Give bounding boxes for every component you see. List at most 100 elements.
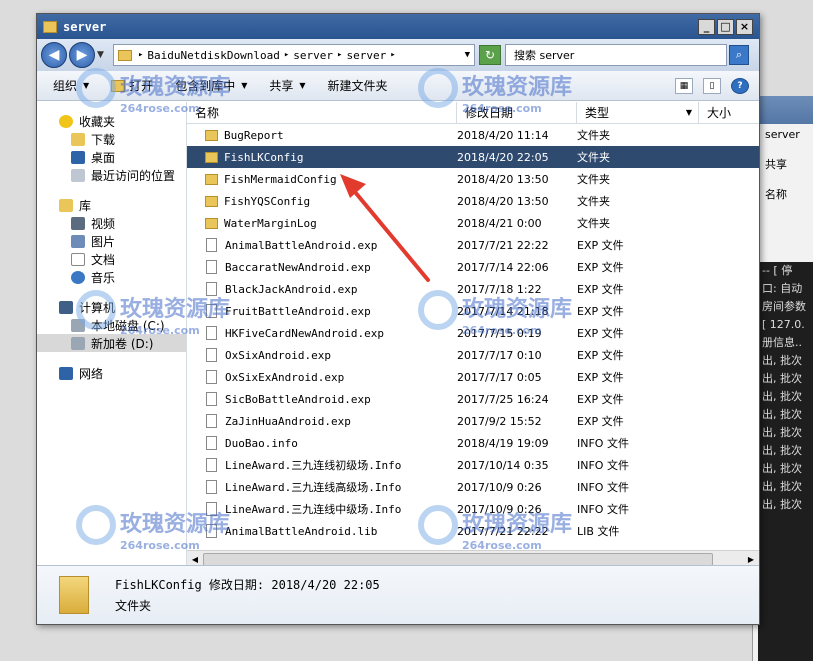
file-date: 2018/4/20 22:05 bbox=[457, 150, 549, 164]
address-bar[interactable]: ▸ BaiduNetdiskDownload ▸ server ▸ server… bbox=[113, 44, 475, 66]
file-icon bbox=[206, 304, 217, 318]
console-line: 出, 批次 bbox=[762, 372, 802, 385]
chevron-right-icon[interactable]: ▸ bbox=[337, 50, 342, 60]
file-date: 2017/7/25 16:24 bbox=[457, 392, 549, 406]
file-name: SicBoBattleAndroid.exp bbox=[225, 392, 371, 406]
nav-downloads[interactable]: 下载 bbox=[37, 130, 186, 148]
nav-pictures[interactable]: 图片 bbox=[37, 232, 186, 250]
file-name-cell: WaterMarginLog bbox=[187, 217, 457, 230]
nav-label: 收藏夹 bbox=[79, 114, 116, 129]
nav-favorites[interactable]: 收藏夹 bbox=[37, 112, 186, 130]
file-icon bbox=[206, 502, 217, 516]
chevron-right-icon[interactable]: ▸ bbox=[390, 50, 395, 60]
nav-libraries[interactable]: 库 bbox=[37, 196, 186, 214]
refresh-icon[interactable]: ↻ bbox=[479, 45, 501, 65]
file-row[interactable]: AnimalBattleAndroid.exp 2017/7/21 22:22 EX… bbox=[187, 234, 759, 256]
file-name: FishLKConfig bbox=[224, 150, 304, 164]
file-date: 2017/10/9 0:26 bbox=[457, 480, 542, 494]
column-date[interactable]: 修改日期 bbox=[457, 102, 577, 123]
file-row[interactable]: WaterMarginLog 2018/4/21 0:00 文件夹 bbox=[187, 212, 759, 234]
help-icon[interactable]: ? bbox=[731, 77, 749, 94]
column-type[interactable]: 类型 ▼ bbox=[577, 102, 699, 123]
file-row[interactable]: FishLKConfig 2018/4/20 22:05 文件夹 bbox=[187, 146, 759, 168]
nav-label: 文档 bbox=[91, 252, 116, 267]
scroll-right-icon[interactable]: ▶ bbox=[743, 555, 759, 564]
file-type: EXP 文件 bbox=[577, 371, 624, 384]
chevron-down-icon[interactable]: ▼ bbox=[97, 50, 107, 60]
scroll-left-icon[interactable]: ◀ bbox=[187, 555, 203, 564]
file-row[interactable]: OxSixAndroid.exp 2017/7/17 0:10 EXP 文件 bbox=[187, 344, 759, 366]
search-input[interactable]: 搜索 server bbox=[505, 44, 727, 66]
file-row[interactable]: BaccaratNewAndroid.exp 2017/7/14 22:06 EXP… bbox=[187, 256, 759, 278]
forward-button[interactable]: ▶ bbox=[69, 42, 95, 68]
chevron-right-icon[interactable]: ▸ bbox=[138, 50, 143, 60]
folder-icon bbox=[205, 151, 218, 163]
file-name-cell: OxSixExAndroid.exp bbox=[187, 370, 457, 384]
file-row[interactable]: SicBoBattleAndroid.exp 2017/7/25 16:24 EXP… bbox=[187, 388, 759, 410]
new-folder-button[interactable]: 新建文件夹 bbox=[328, 77, 388, 94]
picture-icon bbox=[71, 234, 85, 248]
file-row[interactable]: ZaJinHuaAndroid.exp 2017/9/2 15:52 EXP 文件 bbox=[187, 410, 759, 432]
file-row[interactable]: FruitBattleAndroid.exp 2017/7/14 21:18 EXP… bbox=[187, 300, 759, 322]
nav-recent[interactable]: 最近访问的位置 bbox=[37, 166, 186, 184]
scrollbar-thumb[interactable] bbox=[203, 552, 713, 566]
file-icon bbox=[206, 260, 217, 274]
file-row[interactable]: LineAward.三九连线初级场.Info 2017/10/14 0:35 INF… bbox=[187, 454, 759, 476]
column-name[interactable]: 名称 bbox=[187, 102, 457, 123]
breadcrumb-item[interactable]: server bbox=[293, 49, 333, 62]
file-row[interactable]: LineAward.三九连线中级场.Info 2017/10/9 0:26 INFO… bbox=[187, 498, 759, 520]
file-row[interactable]: OxSixExAndroid.exp 2017/7/17 0:05 EXP 文件 bbox=[187, 366, 759, 388]
minimize-button[interactable]: _ bbox=[698, 18, 715, 35]
nav-music[interactable]: 音乐 bbox=[37, 268, 186, 286]
share-label: 共享 bbox=[269, 79, 294, 93]
file-name-cell: OxSixAndroid.exp bbox=[187, 348, 457, 362]
file-row[interactable]: AnimalBattleAndroid.lib 2017/7/21 22:22 LI… bbox=[187, 520, 759, 542]
back-button[interactable]: ◀ bbox=[41, 42, 67, 68]
breadcrumb-item[interactable]: BaiduNetdiskDownload bbox=[147, 49, 279, 62]
include-in-library-button[interactable]: 包含到库中 ▼ bbox=[175, 77, 247, 94]
file-row[interactable]: FishYQSConfig 2018/4/20 13:50 文件夹 bbox=[187, 190, 759, 212]
file-name-cell: AnimalBattleAndroid.lib bbox=[187, 524, 457, 538]
nav-drive-c[interactable]: 本地磁盘 (C:) bbox=[37, 316, 186, 334]
share-button[interactable]: 共享 ▼ bbox=[269, 77, 305, 94]
file-type: INFO 文件 bbox=[577, 503, 629, 516]
organize-label: 组织 bbox=[53, 79, 78, 93]
file-row[interactable]: BlackJackAndroid.exp 2017/7/18 1:22 EXP 文件 bbox=[187, 278, 759, 300]
file-row[interactable]: DuoBao.info 2018/4/19 19:09 INFO 文件 bbox=[187, 432, 759, 454]
close-button[interactable]: × bbox=[736, 18, 753, 35]
console-line: 口: 自动 bbox=[762, 282, 803, 295]
breadcrumb-item[interactable]: server bbox=[346, 49, 386, 62]
console-line: [ 127.0. bbox=[762, 318, 805, 331]
file-row[interactable]: BugReport 2018/4/20 11:14 文件夹 bbox=[187, 124, 759, 146]
view-options-icon[interactable]: ▦ bbox=[675, 77, 693, 94]
console-line: 出, 批次 bbox=[762, 390, 802, 403]
nav-network[interactable]: 网络 bbox=[37, 364, 186, 382]
organize-button[interactable]: 组织 ▼ bbox=[53, 77, 89, 94]
file-type: EXP 文件 bbox=[577, 239, 624, 252]
maximize-button[interactable]: □ bbox=[717, 18, 734, 35]
nav-videos[interactable]: 视频 bbox=[37, 214, 186, 232]
file-type: INFO 文件 bbox=[577, 481, 629, 494]
nav-documents[interactable]: 文档 bbox=[37, 250, 186, 268]
file-date: 2017/7/21 22:22 bbox=[457, 238, 549, 252]
nav-desktop[interactable]: 桌面 bbox=[37, 148, 186, 166]
file-type: EXP 文件 bbox=[577, 261, 624, 274]
search-icon[interactable]: ⌕ bbox=[729, 45, 749, 65]
drive-icon bbox=[71, 318, 85, 332]
chevron-right-icon[interactable]: ▸ bbox=[284, 50, 289, 60]
file-row[interactable]: HKFiveCardNewAndroid.exp 2017/7/15 0:19 EX… bbox=[187, 322, 759, 344]
nav-drive-d[interactable]: 新加卷 (D:) bbox=[37, 334, 186, 352]
file-date: 2017/7/14 21:18 bbox=[457, 304, 549, 318]
nav-label: 最近访问的位置 bbox=[91, 168, 176, 183]
column-size[interactable]: 大小 bbox=[699, 102, 759, 123]
nav-computer[interactable]: 计算机 bbox=[37, 298, 186, 316]
file-name-cell: BugReport bbox=[187, 129, 457, 142]
preview-pane-icon[interactable]: ▯ bbox=[703, 77, 721, 94]
file-name: DuoBao.info bbox=[225, 436, 298, 450]
file-row[interactable]: FishMermaidConfig 2018/4/20 13:50 文件夹 bbox=[187, 168, 759, 190]
open-button[interactable]: 打开 bbox=[111, 77, 153, 94]
console-line: -- [ 停 bbox=[762, 264, 793, 277]
chevron-down-icon[interactable]: ▼ bbox=[465, 50, 470, 60]
file-row[interactable]: LineAward.三九连线高级场.Info 2017/10/9 0:26 INFO… bbox=[187, 476, 759, 498]
file-type: 文件夹 bbox=[577, 173, 610, 186]
